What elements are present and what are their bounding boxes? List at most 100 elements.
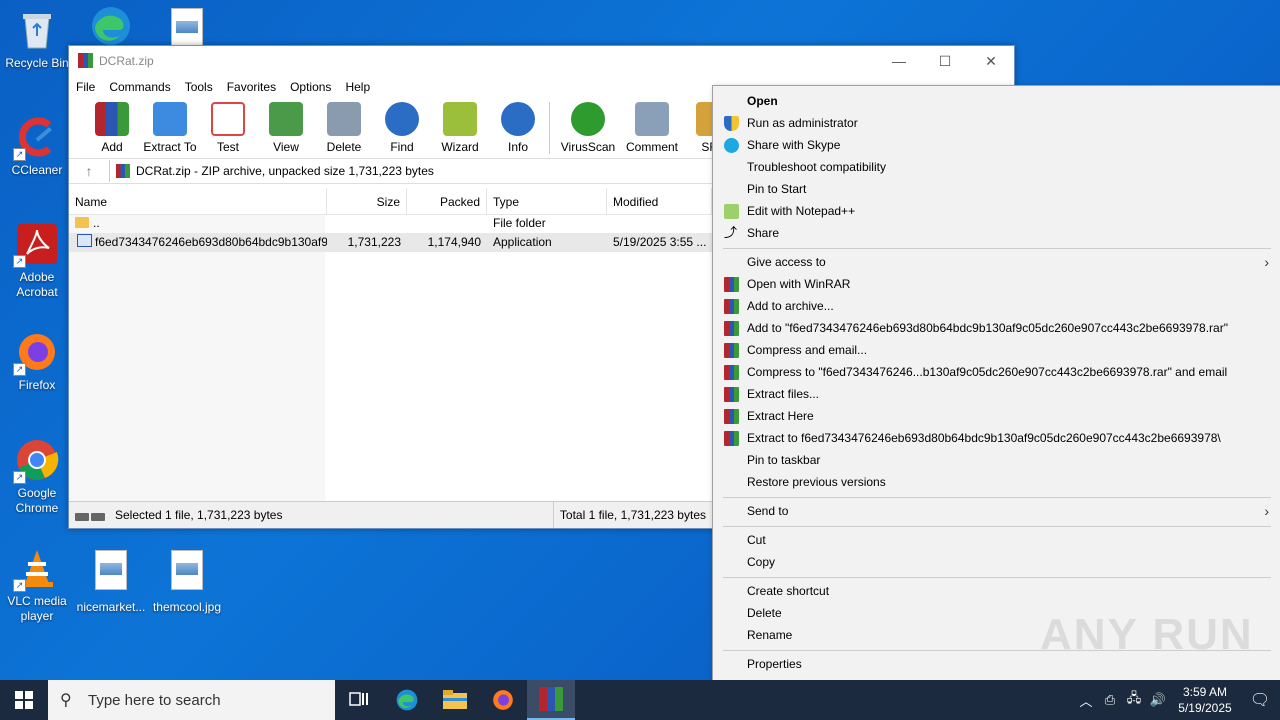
desktop-icon-file[interactable] (152, 8, 222, 48)
desktop-icon-label: nicemarket... (76, 600, 146, 614)
menu-item-create-shortcut[interactable]: Create shortcut (713, 580, 1280, 602)
menu-item-label: Extract to f6ed7343476246eb693d80b64bdc9… (747, 431, 1221, 445)
desktop-icon-ccleaner[interactable]: ↗ CCleaner (2, 115, 72, 178)
row-size (327, 214, 407, 233)
desktop-icon-nicemarket[interactable]: nicemarket... (76, 550, 146, 615)
info-button[interactable]: Info (489, 98, 547, 154)
meet-now-icon[interactable]: ⎙ (1098, 692, 1122, 708)
menu-options[interactable]: Options (290, 80, 331, 94)
menu-item-label: Share (747, 226, 780, 240)
menu-item-open-winrar[interactable]: Open with WinRAR (713, 273, 1280, 295)
menu-item-copy[interactable]: Copy (713, 551, 1280, 573)
menu-help[interactable]: Help (345, 80, 370, 94)
row-type: Application (493, 235, 552, 249)
extract-to-button[interactable]: Extract To (141, 98, 199, 154)
file-explorer-icon[interactable] (431, 680, 479, 720)
menu-item-give-access[interactable]: Give access to › (713, 251, 1280, 273)
menu-item-share-skype[interactable]: Share with Skype (713, 134, 1280, 156)
table-row[interactable]: f6ed7343476246eb693d80b64bdc9b130af9... … (69, 233, 712, 252)
table-row[interactable]: .. File folder (69, 214, 712, 233)
test-button[interactable]: Test (199, 98, 257, 154)
drive-icons[interactable] (75, 510, 107, 521)
menu-item-label: Create shortcut (747, 584, 830, 598)
menu-item-troubleshoot[interactable]: Troubleshoot compatibility (713, 156, 1280, 178)
firefox-taskbar-icon[interactable] (479, 680, 527, 720)
menu-item-send-to[interactable]: Send to › (713, 500, 1280, 522)
winrar-icon (539, 687, 563, 711)
menu-commands[interactable]: Commands (109, 80, 170, 94)
chevron-up-icon[interactable]: ︿ (1074, 691, 1098, 710)
desktop-icon-label: CCleaner (11, 163, 63, 177)
menu-item-label: Properties (747, 657, 802, 671)
menu-item-extract-to-folder[interactable]: Extract to f6ed7343476246eb693d80b64bdc9… (713, 427, 1280, 449)
system-tray: ︿ ⎙ 🖧 🔊 3:59 AM 5/19/2025 🗨 (1074, 680, 1280, 720)
menu-item-restore-versions[interactable]: Restore previous versions (713, 471, 1280, 493)
volume-icon[interactable]: 🔊 (1146, 692, 1170, 708)
minimize-button[interactable]: — (876, 46, 922, 76)
menu-item-add-archive[interactable]: Add to archive... (713, 295, 1280, 317)
task-view-icon[interactable] (335, 680, 383, 720)
view-button[interactable]: View (257, 98, 315, 154)
menu-favorites[interactable]: Favorites (227, 80, 276, 94)
menu-item-extract-here[interactable]: Extract Here (713, 405, 1280, 427)
title-bar[interactable]: DCRat.zip — ☐ ✕ (69, 46, 1014, 76)
chevron-right-icon: › (1264, 503, 1269, 519)
menu-item-pin-taskbar[interactable]: Pin to taskbar (713, 449, 1280, 471)
folder-icon (75, 217, 89, 228)
info-icon (501, 102, 535, 136)
toolbar-label: Find (390, 140, 414, 154)
desktop-icon-themcool[interactable]: themcool.jpg (152, 550, 222, 615)
column-header-size[interactable]: Size (327, 188, 407, 214)
desktop-icon-firefox[interactable]: ↗ Firefox (2, 330, 72, 393)
start-button[interactable] (0, 680, 48, 720)
maximize-button[interactable]: ☐ (922, 46, 968, 76)
menu-item-share[interactable]: ⤴ Share (713, 222, 1280, 244)
recycle-bin-icon (15, 8, 59, 52)
menu-item-open[interactable]: Open (713, 90, 1280, 112)
menu-item-compress-email[interactable]: Compress and email... (713, 339, 1280, 361)
delete-button[interactable]: Delete (315, 98, 373, 154)
menu-item-label: Give access to (747, 255, 826, 269)
shortcut-arrow-icon: ↗ (13, 255, 26, 268)
menu-item-run-as-admin[interactable]: Run as administrator (713, 112, 1280, 134)
desktop-icon-google-chrome[interactable]: ↗ Google Chrome (2, 438, 72, 516)
virusscan-button[interactable]: VirusScan (556, 98, 620, 154)
toolbar-label: Wizard (441, 140, 479, 154)
column-header-type[interactable]: Type (487, 188, 607, 214)
close-button[interactable]: ✕ (968, 46, 1014, 76)
column-header-name[interactable]: Name (69, 188, 327, 214)
add-icon (95, 102, 129, 136)
menu-item-label: Compress to "f6ed7343476246...b130af9c05… (747, 365, 1228, 379)
skype-icon (724, 138, 739, 153)
menu-item-label: Troubleshoot compatibility (747, 160, 886, 174)
comment-button[interactable]: Comment (620, 98, 684, 154)
desktop-icon-vlc[interactable]: ↗ VLC media player (2, 546, 72, 624)
menu-item-add-to-rar[interactable]: Add to "f6ed7343476246eb693d80b64bdc9b13… (713, 317, 1280, 339)
notification-icon[interactable]: 🗨 (1240, 690, 1280, 710)
wizard-button[interactable]: Wizard (431, 98, 489, 154)
column-header-modified[interactable]: Modified (607, 188, 712, 214)
up-arrow-icon[interactable]: ↑ (69, 163, 109, 179)
taskbar-search[interactable]: ⚲ Type here to search (48, 680, 335, 720)
desktop-icon-adobe-acrobat[interactable]: ↗ Adobe Acrobat (2, 222, 72, 300)
menu-item-label: Pin to Start (747, 182, 807, 196)
menu-tools[interactable]: Tools (185, 80, 213, 94)
edge-taskbar-icon[interactable] (383, 680, 431, 720)
find-button[interactable]: Find (373, 98, 431, 154)
row-packed (407, 214, 487, 233)
shortcut-arrow-icon: ↗ (13, 148, 26, 161)
winrar-taskbar-icon[interactable] (527, 680, 575, 720)
desktop-icon-recycle-bin[interactable]: Recycle Bin (2, 8, 72, 71)
menu-item-cut[interactable]: Cut (713, 529, 1280, 551)
network-icon[interactable]: 🖧 (1122, 689, 1146, 711)
taskbar: ⚲ Type here to search ︿ ⎙ 🖧 🔊 3:59 AM 5/… (0, 680, 1280, 720)
menu-item-extract-files[interactable]: Extract files... (713, 383, 1280, 405)
menu-item-edit-notepadpp[interactable]: Edit with Notepad++ (713, 200, 1280, 222)
menu-item-compress-to-email[interactable]: Compress to "f6ed7343476246...b130af9c05… (713, 361, 1280, 383)
desktop-icon-label: themcool.jpg (152, 600, 222, 614)
add-button[interactable]: Add (83, 98, 141, 154)
clock[interactable]: 3:59 AM 5/19/2025 (1170, 684, 1240, 716)
menu-file[interactable]: File (76, 80, 95, 94)
menu-item-pin-start[interactable]: Pin to Start (713, 178, 1280, 200)
column-header-packed[interactable]: Packed (407, 188, 487, 214)
